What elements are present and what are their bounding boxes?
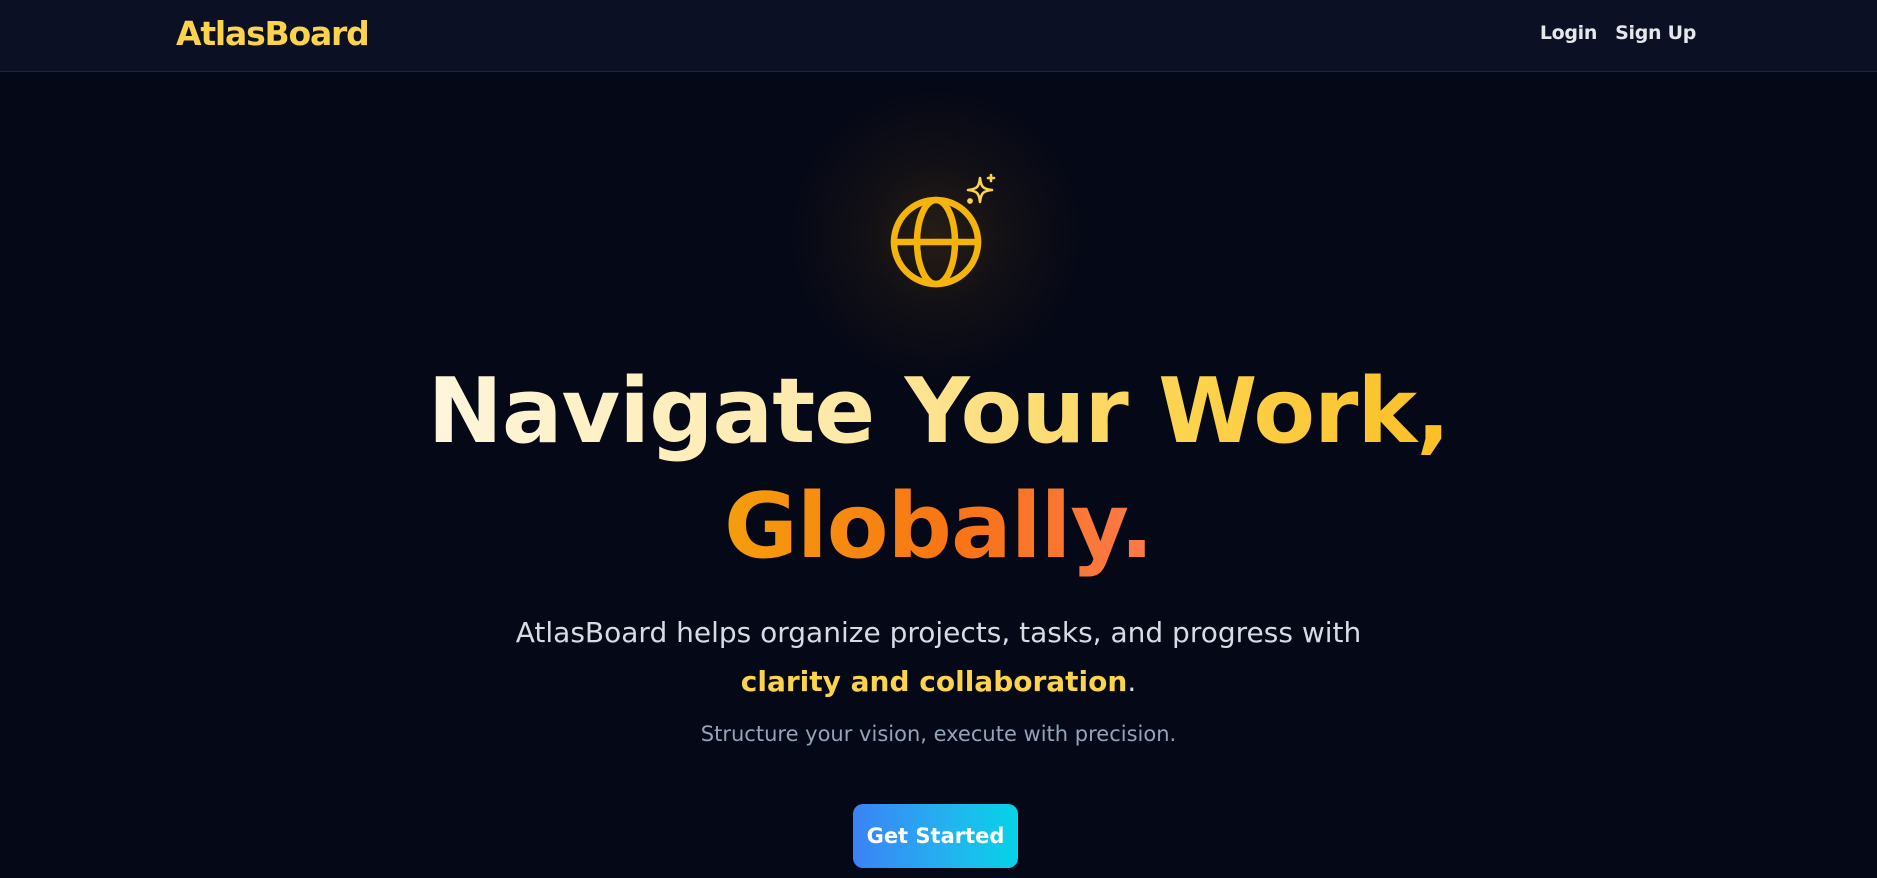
globe-icon [890, 173, 996, 288]
login-link[interactable]: Login [1540, 18, 1598, 48]
signup-link[interactable]: Sign Up [1615, 18, 1696, 48]
description-highlight: clarity and collaboration [740, 665, 1128, 698]
logo[interactable]: AtlasBoard [176, 12, 370, 56]
get-started-button[interactable]: Get Started [853, 804, 1018, 868]
headline-text-1: Navigate Your Work, [427, 359, 1451, 464]
top-navbar: AtlasBoard Login Sign Up [0, 0, 1877, 72]
description-period: . [1127, 665, 1137, 698]
headline-line-2: Globally. [0, 472, 1877, 582]
hero-description: AtlasBoard helps organize projects, task… [515, 616, 1362, 649]
hero-tagline: Structure your vision, execute with prec… [700, 722, 1177, 746]
nav-links: Login Sign Up [1540, 18, 1696, 48]
hero-description-line-2: clarity and collaboration. [0, 658, 1877, 706]
headline-text-2: Globally. [723, 474, 1154, 579]
headline-line-1: Navigate Your Work, [0, 357, 1877, 467]
hero-icon [880, 170, 1000, 300]
sparkles-icon [966, 173, 996, 204]
